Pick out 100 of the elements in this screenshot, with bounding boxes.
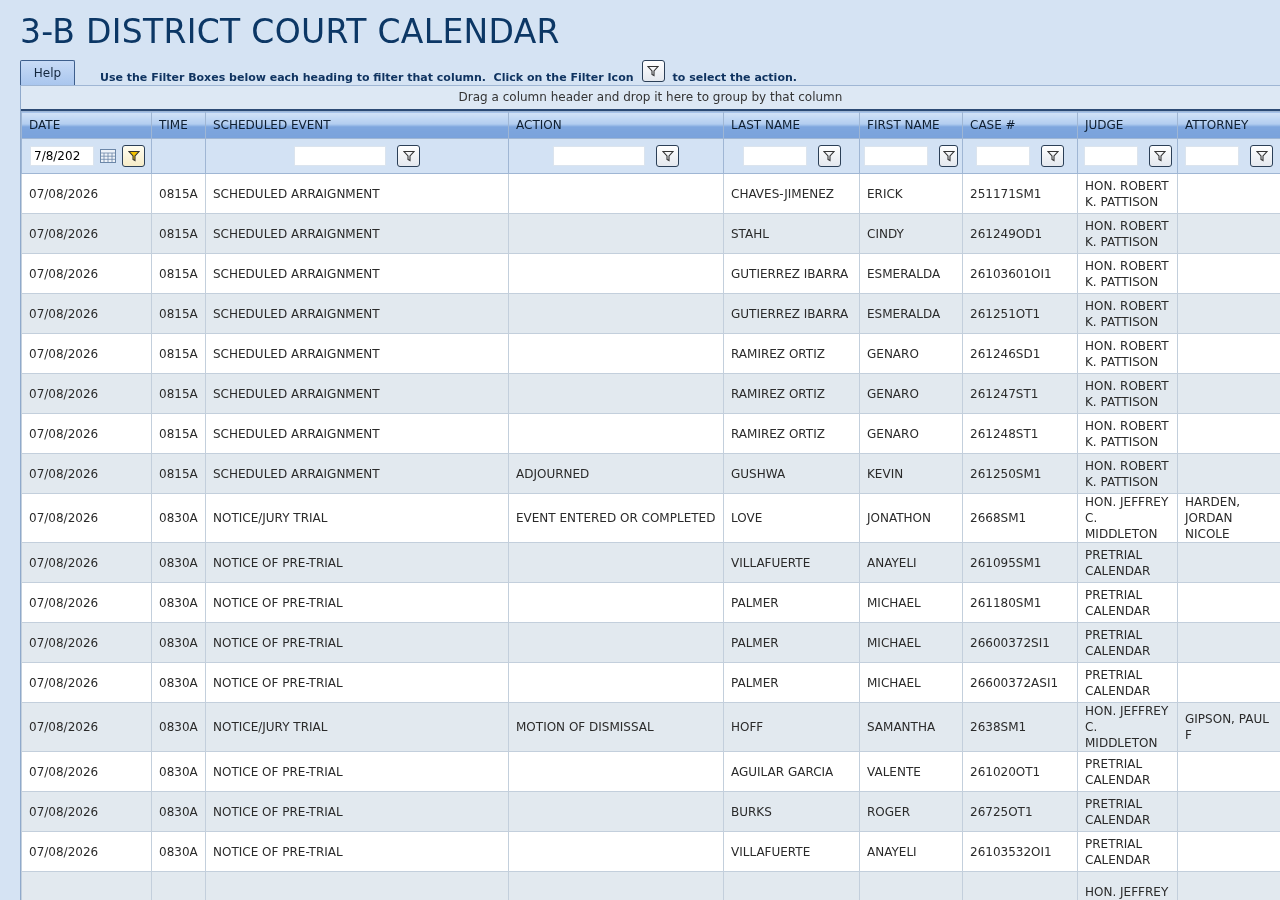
table-cell: SCHEDULED ARRAIGNMENT	[213, 346, 380, 361]
date-filter-field[interactable]: 7/8/202	[30, 146, 94, 166]
table-cell: GENARO	[867, 426, 919, 441]
column-header[interactable]: TIME	[151, 111, 206, 139]
table-cell: SAMANTHA	[867, 720, 936, 734]
table-cell: 07/08/2026	[29, 595, 99, 610]
table-cell: STAHL	[731, 226, 769, 241]
table-cell: VALENTE	[867, 764, 921, 779]
table-cell: NOTICE OF PRE-TRIAL	[213, 764, 343, 779]
table-cell: GUTIERREZ IBARRA	[731, 266, 849, 281]
filter-field[interactable]	[742, 146, 807, 166]
table-cell: JONATHON	[867, 511, 931, 525]
table-cell: SCHEDULED ARRAIGNMENT	[213, 306, 380, 321]
table-cell: SCHEDULED ARRAIGNMENT	[213, 426, 380, 441]
table-cell: GUSHWA	[731, 466, 786, 481]
table-cell: 07/08/2026	[29, 511, 99, 525]
table-cell: ESMERALDA	[867, 306, 941, 321]
table-cell: HON. ROBERT K. PATTISON	[1085, 338, 1169, 369]
table-cell: HON. ROBERT K. PATTISON	[1085, 298, 1169, 329]
table-cell: 26103601OI1	[970, 266, 1052, 281]
table-cell: VILLAFUERTE	[731, 844, 811, 859]
column-header[interactable]: SCHEDULED EVENT	[205, 111, 509, 139]
help-tab[interactable]: Help	[20, 60, 75, 85]
table-cell: 07/08/2026	[29, 466, 99, 481]
table-cell: 0815A	[159, 306, 198, 321]
table-cell: 0815A	[159, 186, 198, 201]
table-cell: HON. ROBERT K. PATTISON	[1085, 418, 1169, 449]
filter-button[interactable]	[1041, 145, 1064, 167]
filter-button[interactable]	[939, 145, 958, 167]
table-cell: SCHEDULED ARRAIGNMENT	[213, 386, 380, 401]
column-header[interactable]: LAST NAME	[723, 111, 860, 139]
column-header[interactable]: JUDGE	[1077, 111, 1178, 139]
table-cell: ADJOURNED	[516, 466, 590, 481]
filter-field[interactable]	[864, 146, 928, 166]
table-cell: 07/08/2026	[29, 306, 99, 321]
page-title: 3-B DISTRICT COURT CALENDAR	[20, 11, 561, 52]
table-cell: SCHEDULED ARRAIGNMENT	[213, 186, 380, 201]
table-cell: 261248ST1	[970, 426, 1039, 441]
table-cell: 0830A	[159, 511, 198, 525]
table-cell: RAMIREZ ORTIZ	[731, 346, 825, 361]
table-cell: PRETRIAL CALENDAR	[1085, 587, 1151, 618]
filter-icon	[641, 60, 665, 82]
filter-icon	[127, 150, 140, 162]
table-cell: 2668SM1	[970, 511, 1027, 525]
column-header[interactable]: ACTION	[508, 111, 724, 139]
filter-button[interactable]	[122, 145, 145, 167]
table-cell: 0830A	[159, 595, 198, 610]
table-cell: 0815A	[159, 386, 198, 401]
table-cell: HON. JEFFREY	[1085, 884, 1169, 899]
table-cell: PRETRIAL CALENDAR	[1085, 547, 1151, 578]
table-cell: 261246SD1	[970, 346, 1041, 361]
table-cell: PRETRIAL CALENDAR	[1085, 756, 1151, 787]
group-drop-area[interactable]: Drag a column header and drop it here to group by that column	[21, 85, 1280, 111]
table-cell: CHAVES-JIMENEZ	[731, 186, 835, 201]
table-cell: NOTICE/JURY TRIAL	[213, 720, 328, 734]
table-cell: PALMER	[731, 635, 779, 650]
filter-button[interactable]	[397, 145, 420, 167]
table-cell: RAMIREZ ORTIZ	[731, 426, 825, 441]
filter-button[interactable]	[1148, 145, 1172, 167]
table-cell: NOTICE OF PRE-TRIAL	[213, 675, 343, 690]
filter-field[interactable]	[1083, 146, 1138, 166]
table-cell: 2638SM1	[970, 720, 1027, 734]
table-cell: GIPSON, PAUL F	[1185, 712, 1269, 742]
table-cell: NOTICE OF PRE-TRIAL	[213, 555, 343, 570]
calendar-icon[interactable]	[100, 149, 116, 163]
filter-field[interactable]	[294, 146, 386, 166]
table-cell: ANAYELI	[867, 555, 917, 570]
column-header[interactable]: DATE	[21, 111, 152, 139]
table-cell: NOTICE OF PRE-TRIAL	[213, 635, 343, 650]
table-cell: GENARO	[867, 346, 919, 361]
table-cell: 0815A	[159, 266, 198, 281]
table-cell: 0830A	[159, 844, 198, 859]
table-cell: GENARO	[867, 386, 919, 401]
filter-field[interactable]	[976, 146, 1030, 166]
filter-button[interactable]	[656, 145, 679, 167]
filter-button[interactable]	[817, 145, 841, 167]
table-cell: NOTICE OF PRE-TRIAL	[213, 844, 343, 859]
table-cell: MICHAEL	[867, 675, 921, 690]
filter-icon	[942, 150, 955, 162]
column-header[interactable]: ATTORNEY	[1177, 111, 1280, 139]
table-cell: HON. ROBERT K. PATTISON	[1085, 378, 1169, 409]
table-cell: ESMERALDA	[867, 266, 941, 281]
table-cell: ROGER	[867, 804, 910, 819]
table-cell: 0830A	[159, 635, 198, 650]
table-cell: HON. ROBERT K. PATTISON	[1085, 458, 1169, 489]
filter-field[interactable]	[553, 146, 645, 166]
table-cell: 0815A	[159, 346, 198, 361]
table-cell: 0830A	[159, 555, 198, 570]
table-cell: HON. JEFFREY C. MIDDLETON	[1085, 704, 1169, 750]
filter-icon	[823, 150, 835, 162]
table-cell: HON. JEFFREY C. MIDDLETON	[1085, 495, 1169, 541]
filter-icon	[1046, 150, 1059, 162]
filter-button[interactable]	[1250, 145, 1273, 167]
table-cell: RAMIREZ ORTIZ	[731, 386, 825, 401]
table-cell: HON. ROBERT K. PATTISON	[1085, 178, 1169, 209]
instruction-text: Use the Filter Boxes below each heading to filter that column. Click on the Filter Icon	[100, 71, 634, 84]
filter-field[interactable]	[1185, 146, 1239, 166]
column-header[interactable]: CASE #	[962, 111, 1078, 139]
column-header[interactable]: FIRST NAME	[859, 111, 963, 139]
table-cell: 07/08/2026	[29, 386, 99, 401]
